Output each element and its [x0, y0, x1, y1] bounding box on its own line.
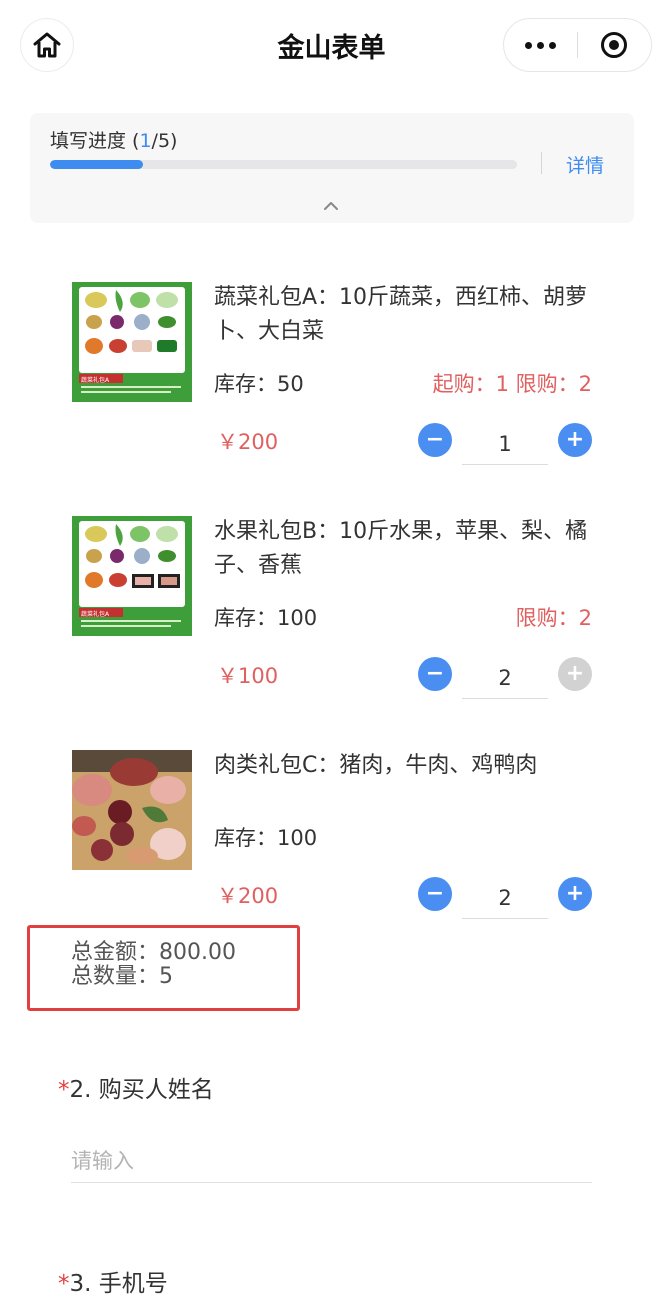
product-name: 肉类礼包C：猪肉，牛肉、鸡鸭肉	[214, 753, 538, 778]
chevron-up-icon[interactable]	[323, 200, 339, 212]
minus-button[interactable]: −	[418, 877, 452, 911]
minus-button[interactable]: −	[418, 423, 452, 457]
minus-icon: −	[425, 661, 445, 686]
product-price: ￥100	[217, 664, 279, 688]
required-star: *	[58, 1271, 70, 1297]
quantity-input[interactable]: 1	[462, 424, 548, 465]
plus-icon: +	[565, 427, 585, 452]
product-stock: 库存：100	[214, 826, 318, 850]
minus-icon: −	[425, 427, 445, 452]
question-title-buyer-name: *2. 购买人姓名	[58, 1077, 214, 1103]
quantity-input[interactable]: 2	[462, 878, 548, 919]
product-price: ￥200	[217, 884, 279, 908]
product-stock: 库存：50	[214, 372, 304, 396]
more-dots-icon[interactable]	[504, 19, 577, 71]
product-image-vegetables: 蔬菜礼包A	[72, 282, 192, 402]
plus-button[interactable]: +	[558, 423, 592, 457]
product-price: ￥200	[217, 430, 279, 454]
progress-label: 填写进度 (1/5)	[50, 130, 178, 152]
quantity-input[interactable]: 2	[462, 658, 548, 699]
plus-icon: +	[565, 881, 585, 906]
total-quantity: 总数量：5	[71, 964, 173, 989]
mini-program-capsule	[503, 18, 652, 72]
progress-divider	[541, 152, 542, 174]
total-amount: 总金额：800.00	[71, 940, 236, 965]
buyer-name-field[interactable]	[71, 1140, 592, 1183]
plus-icon: +	[565, 661, 585, 686]
required-star: *	[58, 1077, 70, 1103]
product-limits: 起购：1 限购：2	[432, 372, 592, 396]
plus-button[interactable]: +	[558, 877, 592, 911]
minus-button[interactable]: −	[418, 657, 452, 691]
product-limits: 限购：2	[515, 606, 592, 630]
product-image-fruits: 蔬菜礼包A	[72, 516, 192, 636]
progress-bar	[50, 160, 517, 169]
minus-icon: −	[425, 881, 445, 906]
product-stock: 库存：100	[214, 606, 318, 630]
progress-bar-fill	[50, 160, 144, 169]
plus-button[interactable]: +	[558, 657, 592, 691]
product-image-meat	[72, 750, 192, 870]
product-name: 蔬菜礼包A：10斤蔬菜，西红柿、胡萝卜、大白菜	[214, 285, 588, 344]
buyer-name-input[interactable]	[71, 1140, 592, 1182]
question-title-phone: *3. 手机号	[58, 1271, 168, 1297]
product-name: 水果礼包B：10斤水果，苹果、梨、橘子、香蕉	[214, 519, 588, 578]
svg-text:蔬菜礼包A: 蔬菜礼包A	[81, 610, 110, 618]
close-miniprogram-icon[interactable]	[578, 19, 651, 71]
progress-detail-link[interactable]: 详情	[566, 151, 604, 178]
svg-text:蔬菜礼包A: 蔬菜礼包A	[81, 376, 110, 384]
